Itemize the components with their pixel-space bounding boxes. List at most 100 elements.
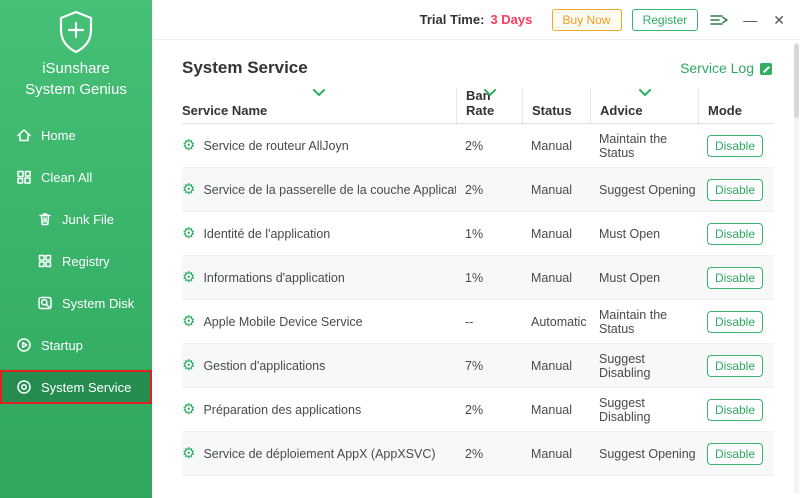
service-name-cell: ⚙ Préparation des applications xyxy=(182,402,456,417)
column-header-ban-rate[interactable]: Ban Rate xyxy=(456,88,522,125)
column-header-label: Service Name xyxy=(182,103,268,118)
column-header-status: Status xyxy=(522,88,590,125)
sidebar-item-clean-all[interactable]: Clean All xyxy=(0,160,152,194)
disable-button[interactable]: Disable xyxy=(707,134,763,157)
service-name: Gestion d'applications xyxy=(203,358,326,373)
register-button[interactable]: Register xyxy=(631,8,699,31)
ban-rate-cell: 1% xyxy=(465,226,484,241)
sidebar-item-junk-file[interactable]: Junk File xyxy=(0,202,152,236)
title-row: System Service Service Log xyxy=(182,58,774,78)
trial-time-value: 3 Days xyxy=(490,12,533,27)
column-header-advice[interactable]: Advice xyxy=(590,88,698,125)
service-log-link[interactable]: Service Log xyxy=(680,60,774,76)
advice-cell: Suggest Opening xyxy=(599,182,696,197)
service-name-cell: ⚙ Service de la passerelle de la couche A… xyxy=(182,182,456,197)
sidebar-item-label: Home xyxy=(41,127,76,143)
column-header-service-name[interactable]: Service Name xyxy=(182,88,456,125)
advice-cell: Must Open xyxy=(599,270,661,285)
advice-cell: Suggest Opening xyxy=(599,446,696,461)
sidebar-item-label: System Service xyxy=(41,379,132,395)
table-row: ⚙ Gestion d'applications 7% Manual Suggest D… xyxy=(182,344,774,388)
ban-rate-cell: 2% xyxy=(465,446,484,461)
service-name-cell: ⚙ Identité de l'application xyxy=(182,226,456,241)
system-service-icon xyxy=(15,379,32,396)
main-content: System Service Service Log Service Name B… xyxy=(152,40,800,498)
mode-cell: Disable xyxy=(698,178,774,201)
advice-cell: Suggest Disabling xyxy=(599,395,651,424)
disable-button[interactable]: Disable xyxy=(707,398,763,421)
advice-cell: Must Open xyxy=(599,226,661,241)
ban-rate-cell: 7% xyxy=(465,358,484,373)
disable-button[interactable]: Disable xyxy=(707,442,763,465)
column-header-label: Mode xyxy=(708,103,742,118)
table-row: ⚙ Service de la passerelle de la couche A… xyxy=(182,168,774,212)
status-cell: Manual xyxy=(531,358,572,373)
gear-icon: ⚙ xyxy=(182,402,196,417)
service-log-label: Service Log xyxy=(680,60,754,76)
disable-button[interactable]: Disable xyxy=(707,222,763,245)
sidebar-item-registry[interactable]: Registry xyxy=(0,244,152,278)
ban-rate-cell: -- xyxy=(465,314,474,329)
column-header-mode: Mode xyxy=(698,88,774,125)
gear-icon: ⚙ xyxy=(182,182,196,197)
vertical-scrollbar-thumb[interactable] xyxy=(794,44,799,118)
ban-rate-cell: 2% xyxy=(465,182,484,197)
skin-menu-icon[interactable] xyxy=(708,13,730,27)
ban-rate-cell: 2% xyxy=(465,402,484,417)
sidebar-item-label: System Disk xyxy=(62,295,135,311)
sidebar-item-label: Startup xyxy=(41,337,83,353)
advice-cell: Maintain the Status xyxy=(599,131,668,160)
app-title: iSunshare System Genius xyxy=(25,60,127,98)
home-icon xyxy=(15,127,32,144)
disable-button[interactable]: Disable xyxy=(707,310,763,333)
sidebar-item-startup[interactable]: Startup xyxy=(0,328,152,362)
service-name: Préparation des applications xyxy=(203,402,362,417)
gear-icon: ⚙ xyxy=(182,226,196,241)
status-cell: Automatic xyxy=(531,314,587,329)
system-disk-icon xyxy=(36,295,53,312)
chevron-down-icon[interactable] xyxy=(638,89,651,96)
shield-plus-logo-icon xyxy=(0,0,152,55)
service-name: Service de déploiement AppX (AppXSVC) xyxy=(203,446,436,461)
service-name-cell: ⚙ Apple Mobile Device Service xyxy=(182,314,456,329)
status-cell: Manual xyxy=(531,270,572,285)
disable-button[interactable]: Disable xyxy=(707,354,763,377)
gear-icon: ⚙ xyxy=(182,138,196,153)
service-name: Informations d'application xyxy=(203,270,345,285)
gear-icon: ⚙ xyxy=(182,446,196,461)
table-row: ⚙ Apple Mobile Device Service -- Automatic M… xyxy=(182,300,774,344)
table-row: ⚙ Informations d'application 1% Manual Must … xyxy=(182,256,774,300)
edit-log-icon xyxy=(759,61,774,76)
mode-cell: Disable xyxy=(698,266,774,289)
sidebar-item-label: Junk File xyxy=(62,211,115,227)
chevron-down-icon[interactable] xyxy=(313,89,325,96)
advice-cell: Suggest Disabling xyxy=(599,351,651,380)
column-header-label: Status xyxy=(532,103,572,118)
sidebar-item-label: Clean All xyxy=(41,169,93,185)
disable-button[interactable]: Disable xyxy=(707,178,763,201)
ban-rate-cell: 2% xyxy=(465,138,484,153)
page-title: System Service xyxy=(182,58,308,77)
service-name: Identité de l'application xyxy=(203,226,331,241)
registry-icon xyxy=(36,253,53,270)
chevron-down-icon[interactable] xyxy=(483,89,496,96)
buy-now-button[interactable]: Buy Now xyxy=(551,8,622,31)
service-name: Service de la passerelle de la couche Ap… xyxy=(203,182,456,197)
minimize-button[interactable]: — xyxy=(740,13,760,27)
table-row: ⚙ Préparation des applications 2% Manual Sug… xyxy=(182,388,774,432)
service-table-header: Service Name Ban Rate Status Advice Mode xyxy=(182,88,774,125)
mode-cell: Disable xyxy=(698,398,774,421)
table-row: ⚙ Service de déploiement AppX (AppXSVC) 2%… xyxy=(182,432,774,476)
sidebar-item-home[interactable]: Home xyxy=(0,118,152,152)
sidebar-menu: Home Clean All Junk File Registry System Dis… xyxy=(0,118,152,404)
topbar-right: Buy Now Register — ✕ xyxy=(532,8,788,31)
close-button[interactable]: ✕ xyxy=(770,13,788,27)
sidebar-item-system-service[interactable]: System Service xyxy=(0,370,152,404)
mode-cell: Disable xyxy=(698,222,774,245)
service-table-body: ⚙ Service de routeur AllJoyn 2% Manual Maint… xyxy=(182,124,774,476)
disable-button[interactable]: Disable xyxy=(707,266,763,289)
junk-file-icon xyxy=(36,211,53,228)
gear-icon: ⚙ xyxy=(182,314,196,329)
startup-icon xyxy=(15,337,32,354)
sidebar-item-system-disk[interactable]: System Disk xyxy=(0,286,152,320)
